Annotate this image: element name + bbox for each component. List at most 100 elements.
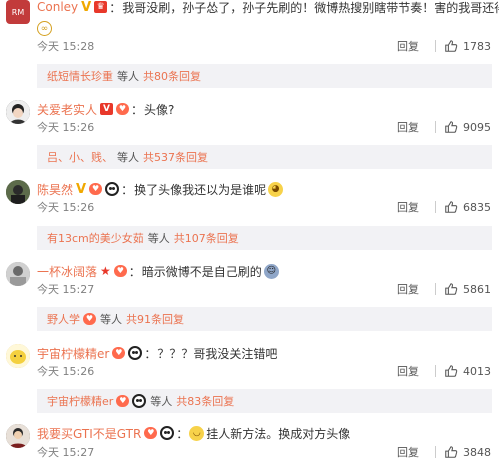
avatar[interactable] — [6, 180, 30, 204]
like-button[interactable]: 3848 — [435, 445, 491, 459]
reply-button[interactable]: 回复 — [397, 444, 419, 460]
avatar-text: RM — [11, 7, 25, 17]
star-badge-icon: ★ — [100, 264, 111, 278]
timestamp: 今天 15:27 — [37, 283, 95, 296]
divider — [435, 40, 436, 52]
comment-meta: ∞ — [37, 20, 52, 36]
fan-badge-icon: ♥ — [144, 427, 158, 439]
subreply-total[interactable]: 共91条回复 — [126, 311, 184, 327]
divider — [435, 446, 436, 458]
colon-separator: ： — [128, 264, 141, 279]
divider — [435, 121, 436, 133]
subreply-total[interactable]: 共537条回复 — [143, 149, 208, 165]
colon-separator: ： — [121, 182, 134, 197]
reply-button[interactable]: 回复 — [397, 363, 419, 379]
like-count: 9095 — [463, 120, 491, 134]
avatar-face-icon — [6, 424, 30, 448]
avatar[interactable] — [6, 100, 30, 124]
reply-button[interactable]: 回复 — [397, 199, 419, 215]
verified-v-icon: V — [76, 181, 87, 197]
fan-badge-icon: ♥ — [113, 265, 127, 277]
reply-button[interactable]: 回复 — [397, 281, 419, 297]
avatar-face-icon — [6, 100, 30, 124]
subreply-user[interactable]: 野人学 — [47, 311, 80, 327]
like-button[interactable]: 9095 — [435, 120, 491, 134]
avatar-face-icon — [6, 262, 30, 286]
username[interactable]: 陈昊然 — [37, 181, 73, 198]
subreply-summary[interactable]: 宇宙柠檬精er ♥ 等人 共83条回复 — [37, 389, 492, 413]
comment-feed: RM Conley V ♛ ： 我哥没刷，孙子怂了，孙子先刷的！微博热搜别瞎带节… — [0, 0, 499, 464]
colon-separator: ： — [176, 426, 189, 441]
like-count: 1783 — [463, 39, 491, 53]
smile-emoji-icon: ◡ — [189, 425, 205, 441]
like-button[interactable]: 6835 — [435, 200, 491, 214]
thumbs-up-icon — [445, 40, 458, 52]
timestamp: 今天 15:26 — [37, 201, 95, 214]
verified-v-icon: V — [81, 0, 92, 15]
colon-separator: ： — [144, 346, 157, 361]
subreply-deng: 等人 — [117, 70, 139, 83]
subreply-deng: 等人 — [117, 151, 139, 164]
subreply-total[interactable]: 共80条回复 — [143, 68, 201, 84]
avatar[interactable] — [6, 344, 30, 368]
username[interactable]: 宇宙柠檬精er — [37, 345, 109, 362]
fan-badge-icon: ♥ — [83, 313, 96, 325]
avatar[interactable] — [6, 424, 30, 448]
subreply-total[interactable]: 共107条回复 — [174, 230, 239, 246]
thumbs-up-icon — [445, 365, 458, 377]
timestamp: 今天 15:26 — [37, 121, 95, 134]
fan-badge-icon: ♥ — [89, 183, 103, 195]
like-count: 3848 — [463, 445, 491, 459]
comment-text: 挂人新方法。换成对方头像 — [206, 426, 351, 441]
subreply-deng: 等人 — [147, 232, 170, 245]
panda-badge-icon — [128, 346, 143, 360]
vip-badge-icon: ♛ — [94, 1, 108, 13]
colon-separator: ： — [131, 102, 144, 117]
comment-text: 换了头像我还以为是谁呢 — [134, 182, 267, 197]
like-count: 6835 — [463, 200, 491, 214]
divider — [435, 365, 436, 377]
fan-badge-icon: ♥ — [116, 395, 130, 407]
panda-badge-icon — [132, 394, 147, 408]
like-count: 5861 — [463, 282, 491, 296]
glasses-emoji-icon: ∞ — [37, 20, 52, 36]
reply-button[interactable]: 回复 — [397, 38, 419, 54]
panda-badge-icon — [160, 426, 175, 440]
subreply-summary[interactable]: 野人学 ♥ 等人 共91条回复 — [37, 307, 492, 331]
like-count: 4013 — [463, 364, 491, 378]
comment-text: 我哥没刷，孙子怂了，孙子先刷的！微博热搜别瞎带节奏！害的我哥还得换头像 — [122, 0, 499, 15]
like-button[interactable]: 4013 — [435, 364, 491, 378]
avatar[interactable] — [6, 262, 30, 286]
subreply-summary[interactable]: 有13cm的美少女茹 等人 共107条回复 — [37, 226, 492, 250]
subreply-user[interactable]: 纸短情长珍重 — [47, 68, 113, 84]
subreply-user[interactable]: 宇宙柠檬精er — [47, 393, 113, 409]
subreply-user[interactable]: 有13cm的美少女茹 — [47, 230, 144, 246]
panda-badge-icon — [105, 182, 120, 196]
subreply-deng: 等人 — [100, 313, 122, 326]
timestamp: 今天 15:28 — [37, 40, 95, 53]
avatar[interactable]: RM — [6, 0, 30, 24]
like-button[interactable]: 1783 — [435, 39, 491, 53]
like-button[interactable]: 5861 — [435, 282, 491, 296]
thumbs-up-icon — [445, 201, 458, 213]
thumbs-up-icon — [445, 121, 458, 133]
timestamp: 今天 15:27 — [37, 446, 95, 459]
dog-emoji-icon: ◕ — [268, 181, 284, 197]
subreply-summary[interactable]: 吕、小、贱、 等人 共537条回复 — [37, 145, 492, 169]
comment-text: 暗示微博不是自己刷的 — [141, 264, 262, 279]
subreply-total[interactable]: 共83条回复 — [176, 393, 234, 409]
thumbs-up-icon — [445, 446, 458, 458]
divider — [435, 201, 436, 213]
fan-badge-icon: ♥ — [112, 347, 126, 359]
subreply-user[interactable]: 吕、小、贱、 — [47, 149, 113, 165]
username[interactable]: 关爱老实人 — [37, 101, 97, 118]
fan-badge-icon: ♥ — [116, 103, 130, 115]
username[interactable]: 一杯冰阔落 — [37, 263, 97, 280]
colon-separator: ： — [109, 0, 122, 15]
avatar-lemon-icon — [6, 344, 30, 368]
subreply-summary[interactable]: 纸短情长珍重 等人 共80条回复 — [37, 64, 492, 88]
username[interactable]: 我要买GTI不是GTR — [37, 425, 141, 442]
username[interactable]: Conley — [37, 0, 78, 14]
thumbs-up-icon — [445, 283, 458, 295]
reply-button[interactable]: 回复 — [397, 119, 419, 135]
